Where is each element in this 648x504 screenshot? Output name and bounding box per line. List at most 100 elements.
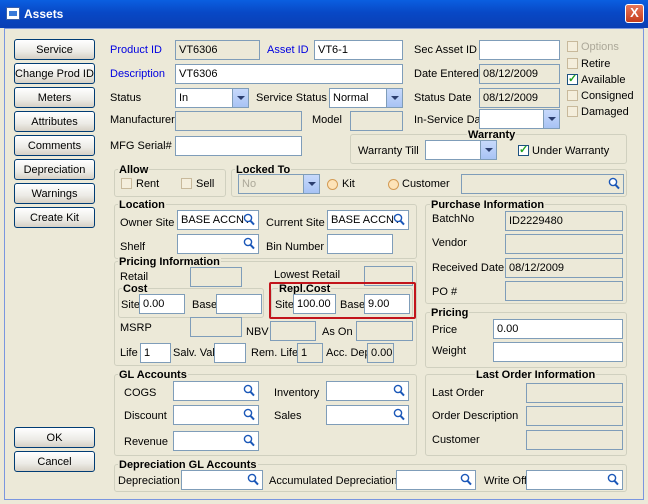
chevron-down-icon[interactable]: [232, 89, 248, 107]
depreciation-account-field[interactable]: [181, 470, 263, 490]
purchase-title: Purchase Information: [430, 199, 546, 211]
rem-life-field[interactable]: 1: [297, 343, 323, 363]
damaged-checkbox[interactable]: [567, 106, 578, 117]
search-icon[interactable]: [247, 473, 259, 486]
cost-site-label: Site: [121, 299, 140, 311]
warranty-till-field[interactable]: [425, 140, 497, 160]
order-description-label: Order Description: [432, 410, 519, 422]
change-prod-id-button[interactable]: Change Prod ID: [14, 63, 95, 84]
sales-field[interactable]: [326, 405, 409, 425]
last-order-field[interactable]: [526, 383, 623, 403]
search-icon[interactable]: [243, 237, 255, 250]
accumulated-depreciation-field[interactable]: [396, 470, 476, 490]
close-button[interactable]: X: [625, 4, 644, 23]
sales-label: Sales: [274, 410, 302, 422]
write-off-field[interactable]: [526, 470, 623, 490]
meters-button[interactable]: Meters: [14, 87, 95, 108]
as-on-field[interactable]: [356, 321, 413, 341]
available-checkbox[interactable]: [567, 72, 578, 85]
received-date-field[interactable]: 08/12/2009: [505, 258, 623, 278]
search-icon[interactable]: [607, 473, 619, 486]
search-icon[interactable]: [243, 408, 255, 421]
cost-site-field[interactable]: 0.00: [139, 294, 185, 314]
chevron-down-icon[interactable]: [480, 141, 496, 159]
status-select[interactable]: In: [175, 88, 249, 108]
warranty-till-label: Warranty Till: [358, 145, 419, 157]
model-field[interactable]: [350, 111, 403, 131]
price-label: Price: [432, 324, 458, 336]
service-status-select[interactable]: Normal: [329, 88, 403, 108]
weight-field[interactable]: [493, 342, 623, 362]
status-label: Status: [110, 92, 142, 104]
locked-to-value: No: [242, 178, 257, 190]
acc-dep-label: Acc. Dep: [326, 347, 371, 359]
search-icon[interactable]: [243, 213, 255, 226]
asset-id-field[interactable]: VT6-1: [314, 40, 403, 60]
vendor-label: Vendor: [432, 237, 467, 249]
last-order-customer-field[interactable]: [526, 430, 623, 450]
in-service-date-field[interactable]: [479, 109, 560, 129]
search-icon[interactable]: [608, 177, 620, 190]
acc-dep-field[interactable]: 0.00: [367, 343, 394, 363]
owner-site-field[interactable]: BASE ACCNT: [177, 210, 259, 230]
shelf-field[interactable]: [177, 234, 259, 254]
batch-label: BatchNo: [432, 213, 475, 225]
search-icon[interactable]: [393, 384, 405, 397]
ok-button[interactable]: OK: [14, 427, 95, 448]
chevron-down-icon[interactable]: [543, 110, 559, 128]
consigned-checkbox[interactable]: [567, 90, 578, 101]
current-site-value: BASE ACCNT: [331, 214, 401, 226]
search-icon[interactable]: [393, 408, 405, 421]
locked-to-select[interactable]: No: [238, 174, 320, 194]
retail-field[interactable]: [190, 267, 242, 287]
cost-base-field[interactable]: [216, 294, 262, 314]
shelf-label: Shelf: [120, 241, 146, 253]
retire-checkbox[interactable]: [567, 58, 578, 69]
options-label: Options: [581, 41, 619, 53]
vendor-field[interactable]: [505, 234, 623, 254]
product-id-field[interactable]: VT6306: [175, 40, 260, 60]
salv-val-label: Salv. Val: [173, 347, 215, 359]
kit-radio[interactable]: [327, 179, 338, 190]
life-field[interactable]: 1: [140, 343, 171, 363]
sec-asset-id-field[interactable]: [479, 40, 560, 60]
po-field[interactable]: [505, 281, 623, 301]
comments-button[interactable]: Comments: [14, 135, 95, 156]
manufacturer-field[interactable]: [175, 111, 302, 131]
rent-checkbox[interactable]: [121, 178, 132, 189]
order-description-field[interactable]: [526, 406, 623, 426]
revenue-field[interactable]: [173, 431, 259, 451]
customer-lookup-field[interactable]: [461, 174, 624, 194]
depreciation-button[interactable]: Depreciation: [14, 159, 95, 180]
create-kit-button[interactable]: Create Kit: [14, 207, 95, 228]
search-icon[interactable]: [393, 213, 405, 226]
salv-val-field[interactable]: [214, 343, 246, 363]
warnings-button[interactable]: Warnings: [14, 183, 95, 204]
options-checkbox[interactable]: [567, 41, 578, 52]
nbv-field[interactable]: [270, 321, 316, 341]
customer-radio[interactable]: [388, 179, 399, 190]
search-icon[interactable]: [460, 473, 472, 486]
batch-field[interactable]: ID2229480: [505, 211, 623, 231]
msrp-field[interactable]: [190, 317, 242, 337]
cancel-button[interactable]: Cancel: [14, 451, 95, 472]
inventory-field[interactable]: [326, 381, 409, 401]
price-field[interactable]: 0.00: [493, 319, 623, 339]
date-entered-field[interactable]: 08/12/2009: [479, 64, 560, 84]
current-site-field[interactable]: BASE ACCNT: [327, 210, 409, 230]
mfg-serial-field[interactable]: [175, 136, 302, 156]
search-icon[interactable]: [243, 384, 255, 397]
sell-checkbox[interactable]: [181, 178, 192, 189]
retire-label: Retire: [581, 58, 611, 70]
chevron-down-icon[interactable]: [303, 175, 319, 193]
service-button[interactable]: Service: [14, 39, 95, 60]
cogs-field[interactable]: [173, 381, 259, 401]
attributes-button[interactable]: Attributes: [14, 111, 95, 132]
description-field[interactable]: VT6306: [175, 64, 403, 84]
search-icon[interactable]: [243, 434, 255, 447]
status-date-field[interactable]: 08/12/2009: [479, 88, 560, 108]
under-warranty-checkbox[interactable]: [518, 143, 529, 156]
discount-field[interactable]: [173, 405, 259, 425]
bin-number-field[interactable]: [327, 234, 393, 254]
chevron-down-icon[interactable]: [386, 89, 402, 107]
